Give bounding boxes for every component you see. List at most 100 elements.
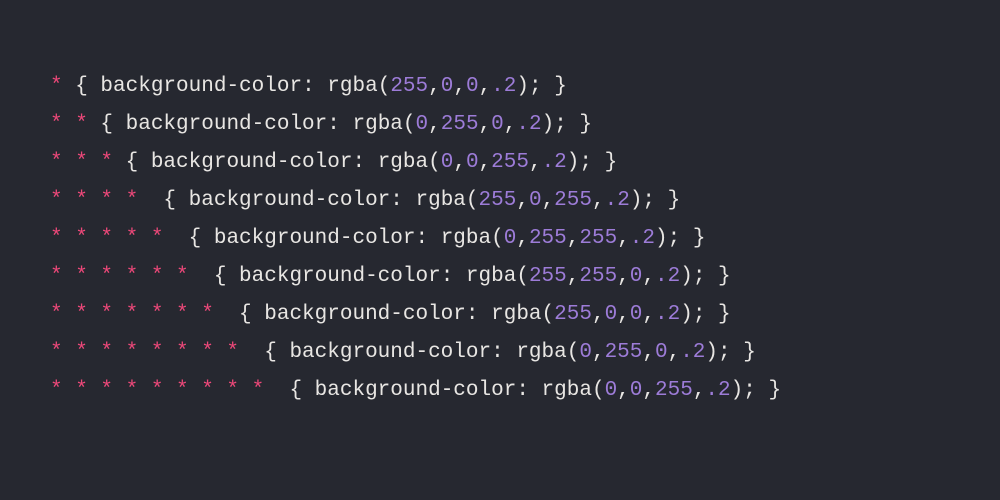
comma: , (428, 113, 441, 136)
comma: , (479, 113, 492, 136)
comma: , (479, 151, 492, 174)
css-property: background-color (239, 265, 441, 288)
num-b: 255 (579, 227, 617, 250)
colon: : (352, 151, 377, 174)
comma: , (567, 265, 580, 288)
css-function: rgba (327, 75, 377, 98)
comma: , (693, 379, 706, 402)
colon: : (415, 227, 440, 250)
css-property: background-color (100, 75, 302, 98)
line-close: ); } (542, 113, 592, 136)
num-g: 0 (466, 151, 479, 174)
css-property: background-color (151, 151, 353, 174)
css-selector: * * * (50, 151, 113, 174)
comma: , (617, 265, 630, 288)
num-b: 0 (630, 265, 643, 288)
css-function: rgba (378, 151, 428, 174)
comma: , (428, 75, 441, 98)
code-line: * * { background-color: rgba(0,255,0,.2)… (50, 106, 950, 144)
brace-open: { (163, 227, 213, 250)
line-close: ); } (516, 75, 566, 98)
paren-open: ( (466, 189, 479, 212)
css-property: background-color (214, 227, 416, 250)
line-close: ); } (567, 151, 617, 174)
num-g: 255 (579, 265, 617, 288)
colon: : (516, 379, 541, 402)
code-line: * * * * * * * * * { background-color: rg… (50, 372, 950, 410)
comma: , (453, 151, 466, 174)
num-alpha: .2 (655, 303, 680, 326)
css-selector: * * * * * * * * * (50, 379, 264, 402)
num-b: 0 (466, 75, 479, 98)
css-selector: * * (50, 113, 88, 136)
code-line: * * * * * * { background-color: rgba(255… (50, 258, 950, 296)
css-function: rgba (542, 379, 592, 402)
line-close: ); } (705, 341, 755, 364)
css-function: rgba (416, 189, 466, 212)
brace-open: { (264, 379, 314, 402)
comma: , (668, 341, 681, 364)
colon: : (302, 75, 327, 98)
num-b: 0 (655, 341, 668, 364)
num-b: 255 (491, 151, 529, 174)
code-line: * * * * { background-color: rgba(255,0,2… (50, 182, 950, 220)
brace-open: { (88, 113, 126, 136)
paren-open: ( (567, 341, 580, 364)
paren-open: ( (491, 227, 504, 250)
css-function: rgba (441, 227, 491, 250)
css-function: rgba (352, 113, 402, 136)
num-g: 255 (441, 113, 479, 136)
css-selector: * * * * * (50, 227, 163, 250)
line-close: ); } (731, 379, 781, 402)
code-line: * * * * * * * { background-color: rgba(2… (50, 296, 950, 334)
num-b: 255 (655, 379, 693, 402)
css-function: rgba (491, 303, 541, 326)
line-close: ); } (680, 265, 730, 288)
num-b: 0 (630, 303, 643, 326)
comma: , (617, 227, 630, 250)
num-r: 255 (479, 189, 517, 212)
num-r: 255 (554, 303, 592, 326)
num-r: 0 (605, 379, 618, 402)
paren-open: ( (403, 113, 416, 136)
paren-open: ( (428, 151, 441, 174)
css-selector: * * * * * * * * (50, 341, 239, 364)
css-property: background-color (189, 189, 391, 212)
line-close: ); } (630, 189, 680, 212)
comma: , (529, 151, 542, 174)
num-alpha: .2 (705, 379, 730, 402)
num-r: 0 (441, 151, 454, 174)
line-close: ); } (680, 303, 730, 326)
comma: , (453, 75, 466, 98)
comma: , (567, 227, 580, 250)
code-line: * * * * * * * * { background-color: rgba… (50, 334, 950, 372)
num-alpha: .2 (680, 341, 705, 364)
num-r: 0 (416, 113, 429, 136)
paren-open: ( (378, 75, 391, 98)
comma: , (617, 303, 630, 326)
css-code-snippet: * { background-color: rgba(255,0,0,.2); … (0, 0, 1000, 410)
comma: , (592, 341, 605, 364)
comma: , (479, 75, 492, 98)
css-selector: * (50, 75, 63, 98)
brace-open: { (239, 341, 289, 364)
brace-open: { (189, 265, 239, 288)
comma: , (592, 303, 605, 326)
comma: , (542, 189, 555, 212)
css-property: background-color (289, 341, 491, 364)
line-close: ); } (655, 227, 705, 250)
comma: , (642, 379, 655, 402)
comma: , (516, 227, 529, 250)
css-property: background-color (126, 113, 328, 136)
paren-open: ( (592, 379, 605, 402)
css-selector: * * * * * * * (50, 303, 214, 326)
colon: : (327, 113, 352, 136)
code-line: * { background-color: rgba(255,0,0,.2); … (50, 68, 950, 106)
colon: : (466, 303, 491, 326)
css-function: rgba (466, 265, 516, 288)
paren-open: ( (516, 265, 529, 288)
paren-open: ( (542, 303, 555, 326)
comma: , (642, 303, 655, 326)
num-r: 0 (504, 227, 517, 250)
brace-open: { (63, 75, 101, 98)
